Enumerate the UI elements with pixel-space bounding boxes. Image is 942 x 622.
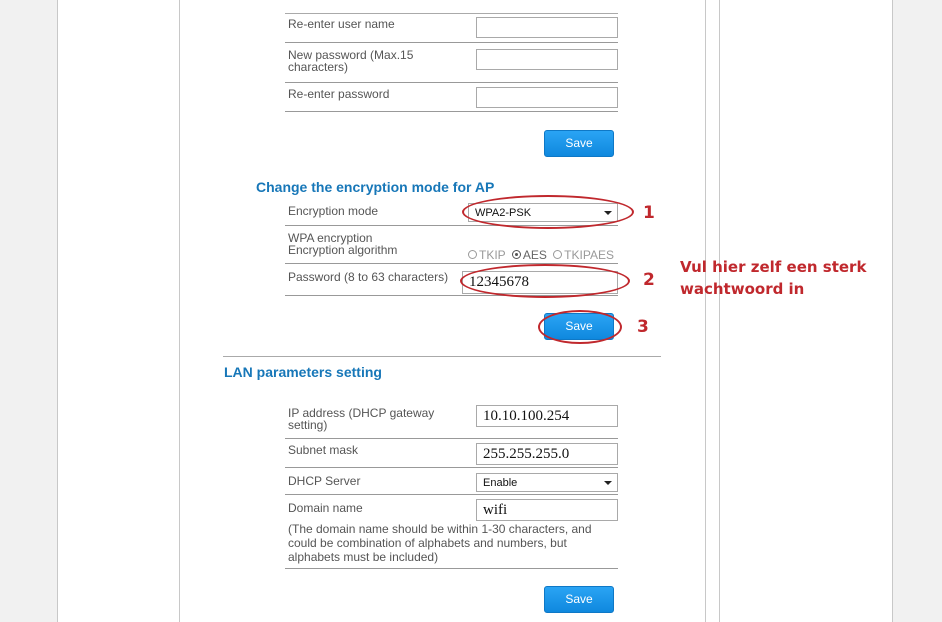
- highlight-save: [538, 310, 622, 344]
- ip-label: IP address (DHCP gateway setting): [288, 406, 435, 432]
- radio-tkip-label: TKIP: [479, 248, 506, 262]
- algorithm-label: WPA encryption Encryption algorithm: [288, 231, 398, 257]
- subnet-value: 255.255.255.0: [483, 446, 570, 462]
- radio-tkipaes-label: TKIPAES: [564, 248, 614, 262]
- domain-label: Domain name: [288, 501, 363, 515]
- ip-input[interactable]: 10.10.100.254: [476, 405, 618, 427]
- ip-value: 10.10.100.254: [483, 408, 570, 424]
- sidebar-border: [719, 0, 720, 622]
- domain-value: wifi: [483, 502, 508, 518]
- content-border-left: [179, 0, 180, 622]
- dhcp-value: Enable: [483, 477, 518, 489]
- encryption-mode-label: Encryption mode: [288, 204, 379, 218]
- encryption-heading: Change the encryption mode for AP: [256, 179, 495, 195]
- new-password-input[interactable]: [476, 49, 618, 70]
- subnet-label: Subnet mask: [288, 443, 359, 457]
- left-gutter: [0, 0, 58, 622]
- annotation-step-1: 1: [643, 203, 655, 223]
- radio-aes[interactable]: [511, 250, 521, 259]
- account-save-button[interactable]: Save: [544, 130, 614, 157]
- chevron-down-icon: [604, 481, 612, 485]
- algorithm-radio-group: TKIP AES TKIPAES: [468, 248, 614, 262]
- section-divider: [223, 356, 661, 357]
- dhcp-label: DHCP Server: [288, 474, 361, 488]
- dhcp-select[interactable]: Enable: [476, 473, 618, 492]
- reenter-user-input[interactable]: [476, 17, 618, 38]
- reenter-password-input[interactable]: [476, 87, 618, 108]
- radio-aes-label: AES: [522, 248, 547, 262]
- content-border-right: [705, 0, 706, 622]
- radio-tkipaes[interactable]: [553, 250, 563, 259]
- radio-tkip[interactable]: [468, 250, 477, 259]
- lan-save-button[interactable]: Save: [544, 586, 614, 613]
- reenter-password-label: Re-enter password: [288, 87, 390, 101]
- right-gutter: [892, 0, 942, 622]
- domain-note: (The domain name should be within 1-30 c…: [288, 522, 592, 564]
- highlight-encryption-mode: [462, 195, 634, 229]
- annotation-step-3: 3: [637, 317, 649, 337]
- password-label: Password (8 to 63 characters): [288, 270, 449, 284]
- annotation-step-2: 2: [643, 270, 655, 290]
- new-password-label: New password (Max.15 characters): [288, 48, 414, 74]
- lan-heading: LAN parameters setting: [224, 364, 382, 380]
- highlight-password: [460, 264, 630, 298]
- annotation-callout: Vul hier zelf een sterk wachtwoord in: [680, 258, 867, 298]
- reenter-user-label: Re-enter user name: [288, 17, 395, 31]
- subnet-input[interactable]: 255.255.255.0: [476, 443, 618, 465]
- domain-input[interactable]: wifi: [476, 499, 618, 521]
